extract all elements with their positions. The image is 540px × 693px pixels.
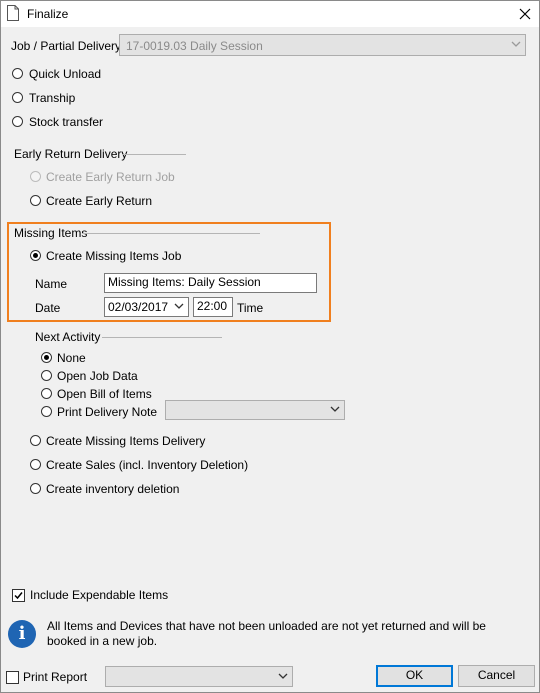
radio-quick-unload[interactable] xyxy=(12,68,23,79)
chevron-down-icon xyxy=(174,303,184,309)
create-sales-label: Create Sales (incl. Inventory Deletion) xyxy=(46,458,249,472)
create-inventory-deletion-label: Create inventory deletion xyxy=(46,482,180,496)
none-label: None xyxy=(57,351,86,365)
include-expendable-label: Include Expendable Items xyxy=(30,588,169,602)
radio-print-delivery-note[interactable] xyxy=(41,406,52,417)
radio-create-early-return[interactable] xyxy=(30,195,41,206)
radio-create-early-return-job[interactable] xyxy=(30,171,41,182)
job-select[interactable]: 17-0019.03 Daily Session xyxy=(119,34,526,56)
missing-items-divider xyxy=(82,233,260,234)
radio-open-bill-of-items[interactable] xyxy=(41,388,52,399)
time-label: Time xyxy=(237,301,264,315)
open-job-data-label: Open Job Data xyxy=(57,369,138,383)
chevron-down-icon xyxy=(511,41,521,47)
cancel-button[interactable]: Cancel xyxy=(458,665,535,687)
radio-none[interactable] xyxy=(41,352,52,363)
quick-unload-label: Quick Unload xyxy=(29,67,102,81)
print-report-label: Print Report xyxy=(23,670,88,684)
chevron-down-icon xyxy=(330,406,340,412)
job-label: Job / Partial Delivery xyxy=(11,39,122,53)
include-expendable-checkbox[interactable] xyxy=(12,589,25,602)
next-activity-divider xyxy=(102,337,222,338)
early-return-group-title: Early Return Delivery xyxy=(14,147,128,161)
job-select-value: 17-0019.03 Daily Session xyxy=(126,39,263,53)
name-input[interactable]: Missing Items: Daily Session xyxy=(104,273,317,293)
title-bar: Finalize xyxy=(1,1,539,27)
name-label: Name xyxy=(35,277,68,291)
radio-create-inventory-deletion[interactable] xyxy=(30,483,41,494)
time-input[interactable]: 22:00 xyxy=(193,297,233,317)
early-return-divider xyxy=(122,154,186,155)
info-text: All Items and Devices that have not been… xyxy=(47,619,486,648)
radio-open-job-data[interactable] xyxy=(41,370,52,381)
checkmark-icon xyxy=(14,592,23,600)
date-label: Date xyxy=(35,301,61,315)
create-early-return-label: Create Early Return xyxy=(46,194,153,208)
window-title: Finalize xyxy=(27,7,69,21)
open-bill-of-items-label: Open Bill of Items xyxy=(57,387,152,401)
report-select[interactable] xyxy=(105,666,293,687)
document-icon xyxy=(7,5,19,21)
create-missing-items-delivery-label: Create Missing Items Delivery xyxy=(46,434,206,448)
create-missing-items-job-label: Create Missing Items Job xyxy=(46,249,182,263)
print-report-checkbox[interactable] xyxy=(6,671,19,684)
date-picker[interactable]: 02/03/2017 xyxy=(104,297,189,317)
next-activity-group-title: Next Activity xyxy=(35,330,101,344)
chevron-down-icon xyxy=(278,673,288,679)
radio-create-missing-items-delivery[interactable] xyxy=(30,435,41,446)
missing-items-group-title: Missing Items xyxy=(14,226,88,240)
print-delivery-note-select[interactable] xyxy=(165,400,345,420)
radio-stock-transfer[interactable] xyxy=(12,116,23,127)
close-button[interactable] xyxy=(511,1,539,27)
tranship-label: Tranship xyxy=(29,91,76,105)
create-early-return-job-label: Create Early Return Job xyxy=(46,170,175,184)
radio-tranship[interactable] xyxy=(12,92,23,103)
ok-button[interactable]: OK xyxy=(376,665,453,687)
radio-create-missing-items-job[interactable] xyxy=(30,250,41,261)
info-icon: i xyxy=(8,620,36,648)
radio-create-sales[interactable] xyxy=(30,459,41,470)
close-icon xyxy=(519,8,531,20)
print-delivery-note-label: Print Delivery Note xyxy=(57,405,158,419)
stock-transfer-label: Stock transfer xyxy=(29,115,104,129)
date-value: 02/03/2017 xyxy=(108,300,169,314)
